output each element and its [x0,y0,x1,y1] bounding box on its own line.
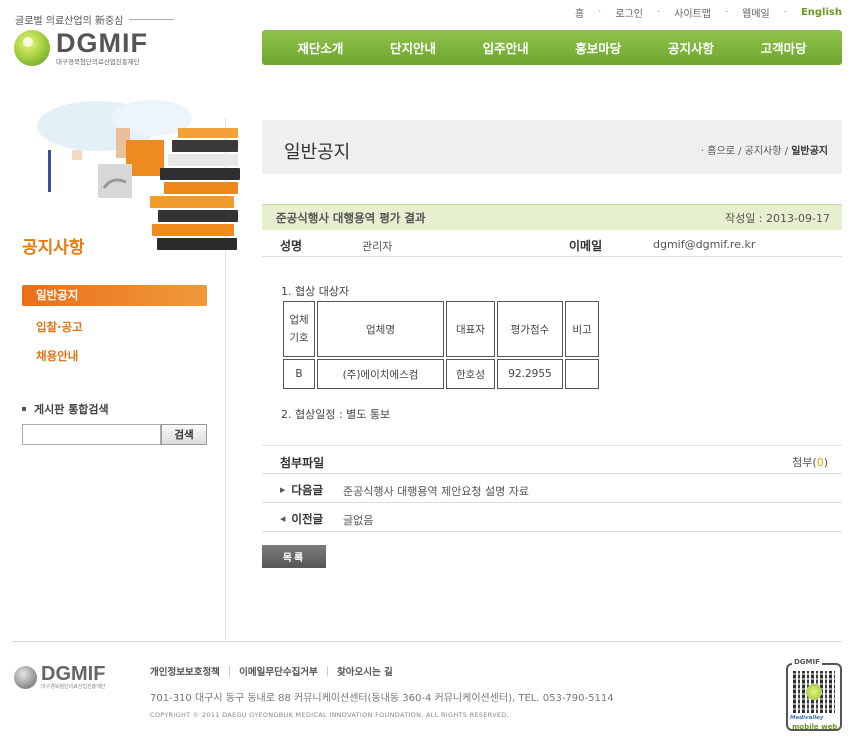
next-label: 다음글 [291,483,324,497]
util-link-login[interactable]: 로그인 [615,5,643,20]
util-link-english[interactable]: English [801,7,842,18]
nav-item-complex[interactable]: 단지안내 [390,38,436,57]
footer-divider [12,641,842,642]
footer-logo-text: DGMIF [41,663,106,685]
breadcrumb-notice[interactable]: 공지사항 [745,146,782,157]
sidebar-title: 공지사항 [22,238,85,258]
table-cell: 한호성 [446,359,495,389]
prev-post-title: 글없음 [343,514,374,527]
qr-top-label: DGMIF [792,658,822,666]
body-line-2: 2. 협상일정 : 별도 통보 [281,408,391,421]
footer-link-privacy[interactable]: 개인정보보호정책 [150,664,220,678]
next-post-row: ▶ 다음글 준공식행사 대행용역 제안요청 설명 자료 [262,474,842,503]
sidebar-menu: 일반공지 입찰·공고 채용안내 [22,285,207,364]
board-search-label: 게시판 통합검색 [22,401,109,417]
arrow-right-icon: ▶ [280,486,286,494]
post-meta: 성명 관리자 이메일 dgmif@dgmif.re.kr [262,231,842,257]
logo-ball-icon [14,30,50,66]
sidebar-item-general-notice[interactable]: 일반공지 [22,285,207,306]
next-post-link[interactable]: 준공식행사 대행용역 제안요청 설명 자료 [343,483,529,499]
footer-links: 개인정보보호정책 | 이메일무단수집거부 | 찾아오시는 길 [150,664,393,679]
table-cell: 92.2955 [497,359,563,389]
sidebar-item-recruit[interactable]: 채용안내 [22,348,207,364]
author-label: 성명 [280,239,303,253]
qr-code-icon [793,671,835,713]
list-button[interactable]: 목록 [262,545,326,568]
qr-brand-label: Medivalley [790,715,824,721]
nav-item-pr[interactable]: 홍보마당 [575,38,621,57]
body-line-1: 1. 협상 대상자 [281,285,350,298]
table-cell: B [283,359,315,389]
arrow-left-icon: ◀ [280,515,286,523]
prev-post-row: ◀ 이전글 글없음 [262,503,842,532]
breadcrumb-current: 일반공지 [791,146,828,157]
table-row: B (주)에이치에스컴 한호성 92.2955 [283,359,599,389]
table-header: 평가점수 [497,301,563,357]
attachment-row: 첨부파일 첨부(0) [262,445,842,474]
nav-item-tenant[interactable]: 입주안내 [483,38,529,57]
table-header-row: 업체 기호 업체명 대표자 평가점수 비고 [283,301,599,357]
footer-logo-ball-icon [14,666,37,689]
footer-logo-subtext: 대구경북첨단의료산업진흥재단 [41,684,106,690]
result-table: 업체 기호 업체명 대표자 평가점수 비고 B (주)에이치에스컴 한호성 92… [281,299,601,391]
email-value: dgmif@dgmif.re.kr [653,238,756,251]
slogan-line [129,19,175,20]
author-value: 관리자 [362,240,393,253]
nav-item-notice[interactable]: 공지사항 [668,38,714,57]
table-header: 대표자 [446,301,495,357]
email-label: 이메일 [569,239,603,253]
mobile-web-qr[interactable]: DGMIF Medivalley mobile web [786,658,842,731]
footer-link-directions[interactable]: 찾아오시는 길 [337,664,393,678]
table-header: 업체명 [317,301,444,357]
site-logo[interactable]: DGMIF 대구경북첨단의료산업진흥재단 [14,30,148,66]
table-header: 업체 기호 [283,301,315,357]
util-link-sitemap[interactable]: 사이트맵 [674,5,711,20]
prev-label: 이전글 [291,512,324,526]
breadcrumb-home[interactable]: 홈으로 [707,146,735,157]
attachment-label: 첨부파일 [280,456,325,470]
table-header: 비고 [565,301,599,357]
post-subject: 준공식행사 대행용역 평가 결과 [276,210,426,225]
footer-logo: DGMIF 대구경북첨단의료산업진흥재단 [14,663,106,690]
util-link-webmail[interactable]: 웹메일 [742,5,770,20]
attachment-count[interactable]: 첨부(0) [792,454,828,470]
breadcrumb: · 홈으로 / 공지사항 / 일반공지 [700,146,828,157]
page-title: 일반공지 [284,142,351,163]
sidebar-item-bid[interactable]: 입찰·공고 [22,319,207,335]
footer-link-email-refusal[interactable]: 이메일무단수집거부 [239,664,318,678]
qr-mobile-label: mobile web [792,723,838,731]
utility-links: 홈 · 로그인 · 사이트맵 · 웹메일 · English [574,5,842,20]
nav-item-foundation[interactable]: 재단소개 [297,38,343,57]
footer-address: 701-310 대구시 동구 동내로 88 커뮤니케이션센터(동내동 360-4… [150,693,614,704]
post-date: 작성일 : 2013-09-17 [725,211,830,225]
table-cell: (주)에이치에스컴 [317,359,444,389]
post-header: 준공식행사 대행용역 평가 결과 작성일 : 2013-09-17 [262,204,842,230]
main-nav: 재단소개 단지안내 입주안내 홍보마당 공지사항 고객마당 [262,30,842,65]
board-search-input[interactable] [22,424,161,445]
util-link-home[interactable]: 홈 [575,5,584,20]
board-search-button[interactable]: 검색 [161,424,207,445]
table-cell [565,359,599,389]
header-slogan: 글로벌 의료산업의 新중심 [15,12,175,27]
logo-text: DGMIF [56,28,148,58]
footer-copyright: COPYRIGHT © 2011 DAEGU GYEONGBUK MEDICAL… [150,711,509,719]
logo-subtext: 대구경북첨단의료산업진흥재단 [56,58,140,66]
nav-item-customer[interactable]: 고객마당 [761,38,807,57]
